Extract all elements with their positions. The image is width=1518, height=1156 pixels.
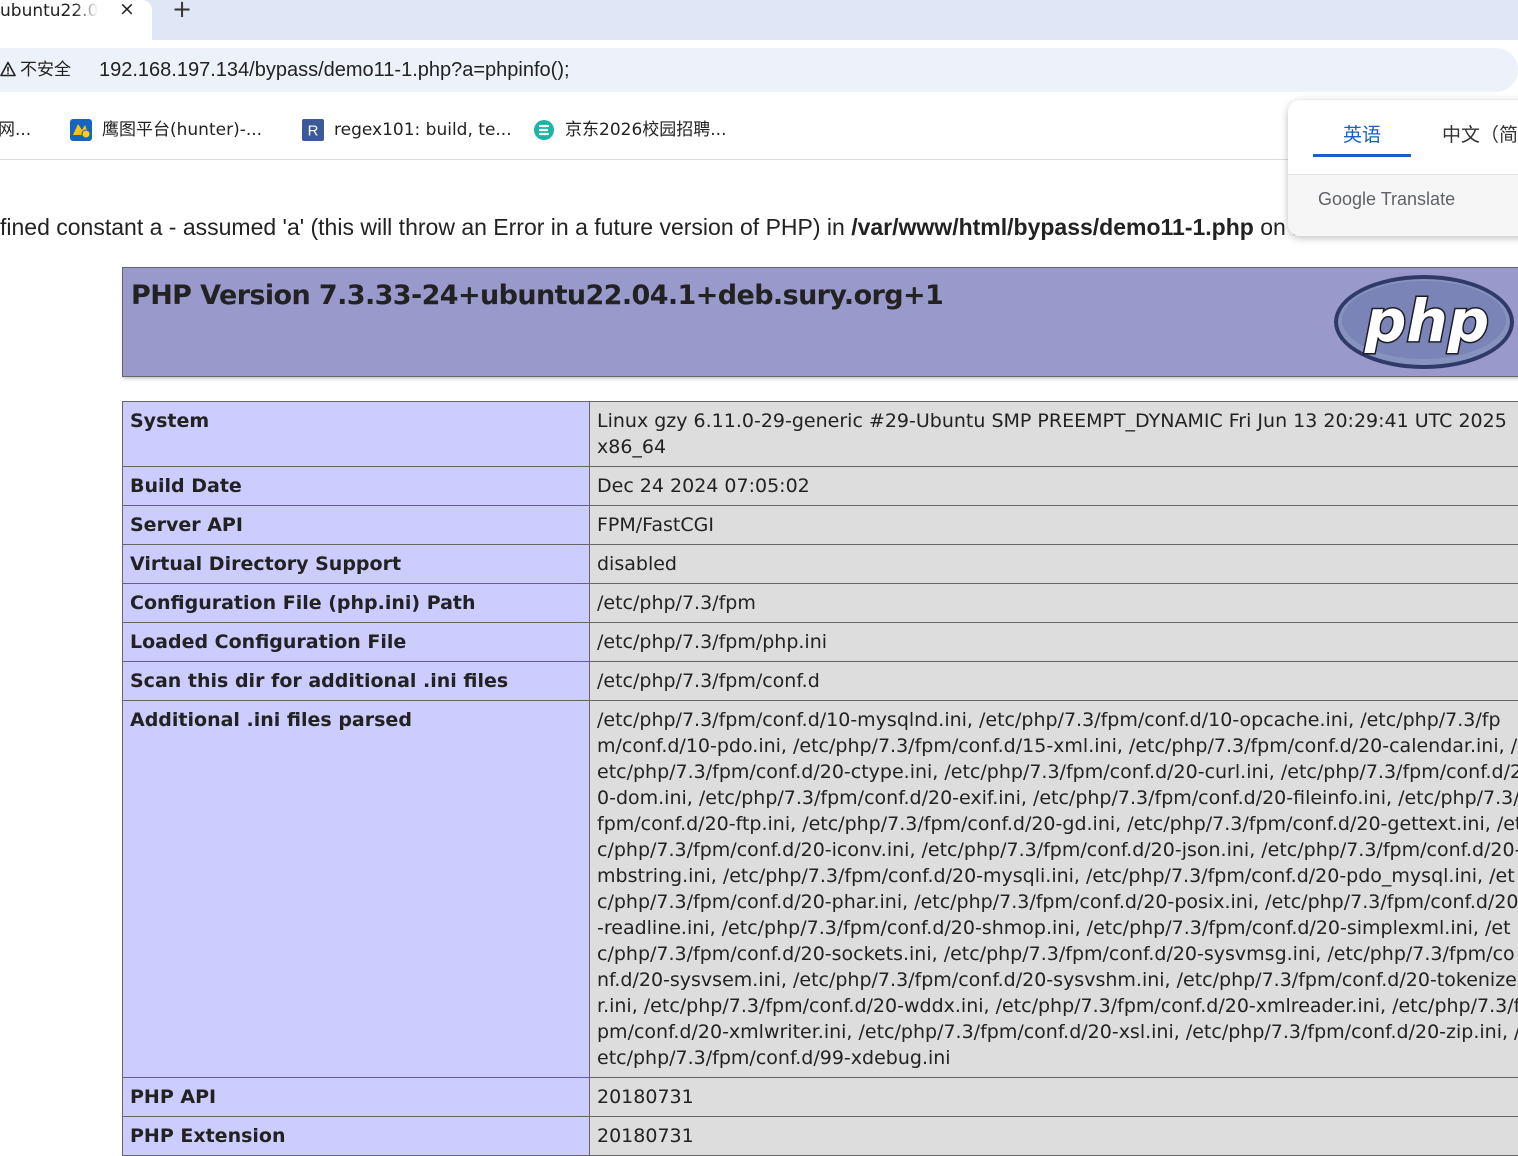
hunter-icon — [70, 119, 92, 141]
google-translate-brand: Google Translate — [1318, 187, 1455, 211]
row-value: FPM/FastCGI — [590, 506, 1518, 545]
jd-icon — [533, 119, 555, 141]
translate-tab-target[interactable]: 中文（简 — [1442, 120, 1518, 150]
bookmark-item[interactable]: 网... — [0, 116, 31, 144]
bookmark-label: 京东2026校园招聘... — [565, 116, 726, 144]
svg-text:R: R — [308, 123, 319, 140]
row-label: Additional .ini files parsed — [123, 701, 590, 1078]
address-bar[interactable]: 不安全 192.168.197.134/bypass/demo11-1.php?… — [0, 48, 1518, 92]
row-label: Virtual Directory Support — [123, 545, 590, 584]
table-row: Server API FPM/FastCGI — [123, 506, 1518, 545]
row-value: Linux gzy 6.11.0-29-generic #29-Ubuntu S… — [590, 402, 1518, 467]
row-label: Configuration File (php.ini) Path — [123, 584, 590, 623]
tab-title: ubuntu22.04. — [0, 0, 98, 22]
row-label: Server API — [123, 506, 590, 545]
browser-toolbar: 不安全 192.168.197.134/bypass/demo11-1.php?… — [0, 40, 1518, 100]
php-notice: fined constant a - assumed 'a' (this wil… — [0, 212, 1347, 242]
table-row: Configuration File (php.ini) Path /etc/p… — [123, 584, 1518, 623]
warning-triangle-icon — [0, 61, 16, 77]
row-value: 20180731 — [590, 1117, 1518, 1156]
translate-footer: Google Translate — [1288, 175, 1518, 236]
php-info-table: System Linux gzy 6.11.0-29-generic #29-U… — [122, 401, 1518, 1156]
security-label: 不安全 — [20, 58, 71, 82]
php-version-title: PHP Version 7.3.33-24+ubuntu22.04.1+deb.… — [131, 278, 943, 314]
translate-tab-source[interactable]: 英语 — [1313, 120, 1411, 150]
notice-text: fined constant a - assumed 'a' (this wil… — [0, 214, 851, 240]
table-row: Virtual Directory Support disabled — [123, 545, 1518, 584]
row-label: Scan this dir for additional .ini files — [123, 662, 590, 701]
row-value: /etc/php/7.3/fpm — [590, 584, 1518, 623]
translate-popup: 英语 中文（简 Google Translate — [1288, 100, 1518, 236]
row-value: 20180731 — [590, 1078, 1518, 1117]
php-logo-icon: php — [1333, 274, 1515, 370]
row-value: /etc/php/7.3/fpm/conf.d/10-mysqlnd.ini, … — [590, 701, 1518, 1078]
row-value: /etc/php/7.3/fpm/php.ini — [590, 623, 1518, 662]
security-indicator[interactable]: 不安全 — [0, 52, 66, 88]
url-text[interactable]: 192.168.197.134/bypass/demo11-1.php?a=ph… — [99, 57, 570, 83]
close-icon[interactable]: × — [116, 0, 138, 20]
bookmark-label: 网... — [0, 120, 31, 140]
new-tab-icon[interactable]: + — [170, 0, 194, 22]
table-row: Scan this dir for additional .ini files … — [123, 662, 1518, 701]
table-row: System Linux gzy 6.11.0-29-generic #29-U… — [123, 402, 1518, 467]
bookmark-label: 鹰图平台(hunter)-... — [102, 116, 262, 144]
row-label: PHP API — [123, 1078, 590, 1117]
php-version-header: PHP Version 7.3.33-24+ubuntu22.04.1+deb.… — [122, 267, 1518, 377]
row-label: Build Date — [123, 467, 590, 506]
row-value: disabled — [590, 545, 1518, 584]
browser-tab[interactable]: ubuntu22.04. × — [0, 0, 152, 40]
table-row: Build Date Dec 24 2024 07:05:02 — [123, 467, 1518, 506]
table-row: Additional .ini files parsed /etc/php/7.… — [123, 701, 1518, 1078]
table-row: Loaded Configuration File /etc/php/7.3/f… — [123, 623, 1518, 662]
tab-strip: ubuntu22.04. × + — [0, 0, 1518, 40]
row-label: Loaded Configuration File — [123, 623, 590, 662]
active-tab-indicator — [1313, 154, 1411, 157]
row-value: /etc/php/7.3/fpm/conf.d — [590, 662, 1518, 701]
row-value: Dec 24 2024 07:05:02 — [590, 467, 1518, 506]
svg-text:php: php — [1364, 287, 1489, 355]
table-row: PHP Extension 20180731 — [123, 1117, 1518, 1156]
notice-path: /var/www/html/bypass/demo11-1.php — [851, 214, 1254, 240]
row-label: PHP Extension — [123, 1117, 590, 1156]
bookmark-label: regex101: build, te... — [334, 116, 512, 144]
row-label: System — [123, 402, 590, 467]
table-row: PHP API 20180731 — [123, 1078, 1518, 1117]
regex101-icon: R — [302, 119, 324, 141]
